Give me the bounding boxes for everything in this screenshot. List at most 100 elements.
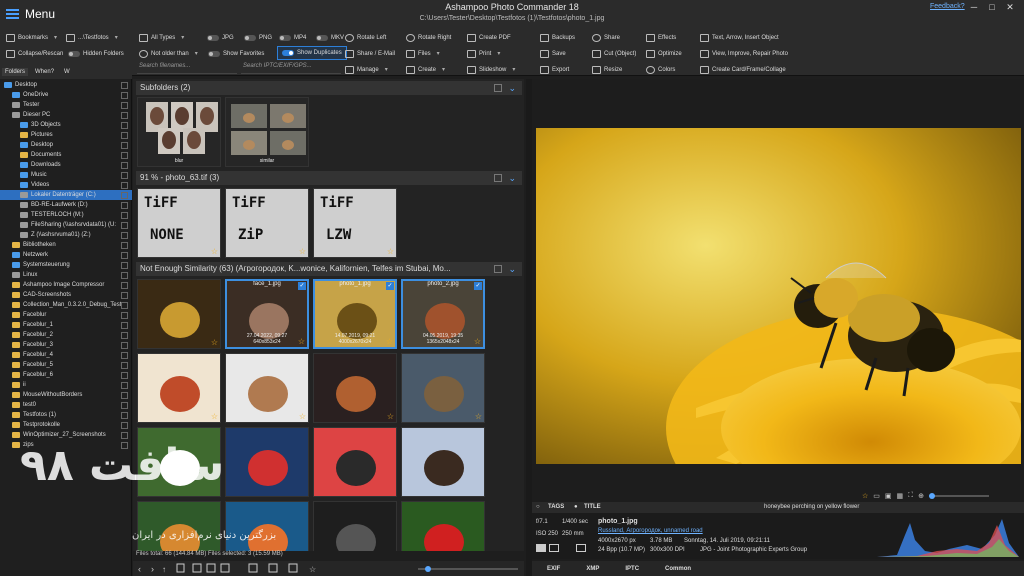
title-radio-icon[interactable]: ● bbox=[574, 504, 578, 510]
tree-checkbox[interactable] bbox=[121, 201, 128, 209]
cut-object-button[interactable]: Cut (Object) bbox=[592, 47, 636, 60]
tab-when[interactable]: When? bbox=[32, 68, 57, 76]
tree-checkbox[interactable] bbox=[121, 301, 128, 309]
tree-item[interactable]: FileSharing (\\ashsrvdata01) (U: bbox=[0, 220, 132, 230]
tree-item[interactable]: Systemsteuerung bbox=[0, 260, 132, 270]
tree-item[interactable]: Videos bbox=[0, 180, 132, 190]
tab-folders[interactable]: Folders bbox=[2, 68, 29, 76]
tree-checkbox[interactable] bbox=[121, 221, 128, 229]
tree-item[interactable]: Linux bbox=[0, 270, 132, 280]
tree-checkbox[interactable] bbox=[121, 361, 128, 369]
tab-where[interactable]: W bbox=[61, 68, 73, 76]
tiff-thumbnail[interactable]: TiFF NONE ☆ bbox=[137, 188, 221, 258]
show-duplicates-toggle[interactable]: Show Duplicates bbox=[277, 46, 347, 60]
chevron-down-icon[interactable]: ⌄ bbox=[508, 171, 516, 185]
tree-checkbox[interactable] bbox=[121, 211, 128, 219]
tiff-thumbnail[interactable]: TiFF LZW ☆ bbox=[313, 188, 397, 258]
tree-checkbox[interactable] bbox=[121, 91, 128, 99]
compare-icon[interactable]: ▣ bbox=[885, 492, 892, 500]
view-improve-button[interactable]: View, Improve, Repair Photo bbox=[700, 47, 788, 60]
png-toggle[interactable]: PNG bbox=[244, 31, 272, 44]
photo-thumbnail[interactable]: ☆ bbox=[137, 353, 221, 423]
star-icon[interactable]: ☆ bbox=[475, 412, 482, 421]
tree-item[interactable]: WinOptimizer_27_Screenshots bbox=[0, 430, 132, 440]
tree-checkbox[interactable] bbox=[121, 261, 128, 269]
photo-thumbnail[interactable]: photo_2.jpg 04.05.2019, 19:35 1365x2048x2… bbox=[401, 279, 485, 349]
mkv-toggle[interactable]: MKV bbox=[316, 31, 344, 44]
chevron-down-icon[interactable]: ⌄ bbox=[508, 262, 516, 276]
tree-checkbox[interactable] bbox=[121, 411, 128, 419]
tree-item[interactable]: Faceblur bbox=[0, 310, 132, 320]
tree-item[interactable]: MouseWithoutBorders bbox=[0, 390, 132, 400]
tree-checkbox[interactable] bbox=[121, 181, 128, 189]
tree-checkbox[interactable] bbox=[121, 391, 128, 399]
share-email-button[interactable]: Share / E-Mail bbox=[345, 47, 395, 60]
tree-checkbox[interactable] bbox=[121, 131, 128, 139]
title-label[interactable]: TITLE bbox=[584, 504, 601, 510]
checkmark-icon[interactable]: ✓ bbox=[474, 282, 482, 290]
photo-thumbnail[interactable] bbox=[225, 427, 309, 497]
tab-common[interactable]: Common bbox=[665, 566, 691, 572]
tree-item[interactable]: Faceblur_5 bbox=[0, 360, 132, 370]
mp4-toggle[interactable]: MP4 bbox=[279, 31, 306, 44]
tree-checkbox[interactable] bbox=[121, 111, 128, 119]
tree-item[interactable]: Desktop bbox=[0, 140, 132, 150]
optimize-button[interactable]: Optimize bbox=[646, 47, 682, 60]
tree-checkbox[interactable] bbox=[121, 101, 128, 109]
section-checkbox[interactable] bbox=[494, 174, 502, 182]
manage-dropdown[interactable]: Manage bbox=[345, 63, 388, 76]
tree-item[interactable]: Bibliotheken bbox=[0, 240, 132, 250]
photo-thumbnail[interactable]: ☆ bbox=[401, 353, 485, 423]
duplicate-group-header[interactable]: 91 % - photo_63.tif (3) ⌄ bbox=[136, 171, 522, 185]
star-icon[interactable]: ☆ bbox=[299, 412, 306, 421]
tree-checkbox[interactable] bbox=[121, 371, 128, 379]
section-checkbox[interactable] bbox=[494, 265, 502, 273]
tree-checkbox[interactable] bbox=[121, 331, 128, 339]
star-icon[interactable]: ☆ bbox=[211, 338, 218, 347]
photo-thumbnail[interactable]: photo_1.jpg 14.07.2019, 09:21 4000x2670x2… bbox=[313, 279, 397, 349]
star-icon[interactable]: ☆ bbox=[299, 247, 306, 256]
star-icon[interactable]: ☆ bbox=[474, 337, 481, 346]
star-icon[interactable]: ☆ bbox=[211, 247, 218, 256]
fullscreen-icon[interactable]: ⛶ bbox=[908, 492, 913, 500]
create-dropdown[interactable]: Create bbox=[406, 63, 445, 76]
create-card-button[interactable]: Create Card/Frame/Collage bbox=[700, 63, 786, 76]
subfolders-header[interactable]: Subfolders (2) ⌄ bbox=[136, 81, 522, 95]
grid-icon[interactable]: ▦ bbox=[897, 492, 904, 500]
minimize-icon[interactable]: ─ bbox=[966, 2, 982, 14]
star-icon[interactable]: ☆ bbox=[386, 337, 393, 346]
tree-item[interactable]: Ashampoo Image Compressor bbox=[0, 280, 132, 290]
tree-item[interactable]: OneDrive bbox=[0, 90, 132, 100]
tree-item[interactable]: test0 bbox=[0, 400, 132, 410]
tree-item[interactable]: Documents bbox=[0, 150, 132, 160]
tree-checkbox[interactable] bbox=[121, 241, 128, 249]
location-link[interactable]: Russland, Агрогородок, unnamed road bbox=[598, 528, 703, 534]
tags-label[interactable]: TAGS bbox=[548, 504, 564, 510]
tree-checkbox[interactable] bbox=[121, 401, 128, 409]
tree-item[interactable]: Collection_Man_0.3.2.0_Debug_Test bbox=[0, 300, 132, 310]
tree-item[interactable]: Desktop bbox=[0, 80, 132, 90]
tree-checkbox[interactable] bbox=[121, 121, 128, 129]
tree-checkbox[interactable] bbox=[121, 271, 128, 279]
tree-item[interactable]: Faceblur_1 bbox=[0, 320, 132, 330]
effects-button[interactable]: Effects bbox=[646, 31, 676, 44]
photo-thumbnail[interactable]: face_1.jpg 27.04.2022, 09:27 640x853x24 ✓ ☆ bbox=[225, 279, 309, 349]
slideshow-dropdown[interactable]: Slideshow bbox=[467, 63, 515, 76]
tree-checkbox[interactable] bbox=[121, 381, 128, 389]
tree-item[interactable]: Downloads bbox=[0, 160, 132, 170]
chevron-down-icon[interactable]: ⌄ bbox=[508, 81, 516, 95]
checkmark-icon[interactable]: ✓ bbox=[386, 282, 394, 290]
close-icon[interactable]: ✕ bbox=[1002, 2, 1018, 14]
files-dropdown[interactable]: Files bbox=[406, 47, 440, 60]
tree-item[interactable]: 3D Objects bbox=[0, 120, 132, 130]
tree-item[interactable]: Testfotos (1) bbox=[0, 410, 132, 420]
tree-checkbox[interactable] bbox=[121, 321, 128, 329]
star-icon[interactable]: ☆ bbox=[387, 412, 394, 421]
tree-checkbox[interactable] bbox=[121, 281, 128, 289]
tree-item[interactable]: Faceblur_4 bbox=[0, 350, 132, 360]
star-icon[interactable]: ☆ bbox=[862, 492, 868, 500]
tree-item[interactable]: Faceblur_2 bbox=[0, 330, 132, 340]
tree-item[interactable]: Dieser PC bbox=[0, 110, 132, 120]
path-dropdown[interactable]: ...\Testfotos bbox=[66, 31, 118, 44]
photo-thumbnail[interactable]: ☆ bbox=[225, 353, 309, 423]
